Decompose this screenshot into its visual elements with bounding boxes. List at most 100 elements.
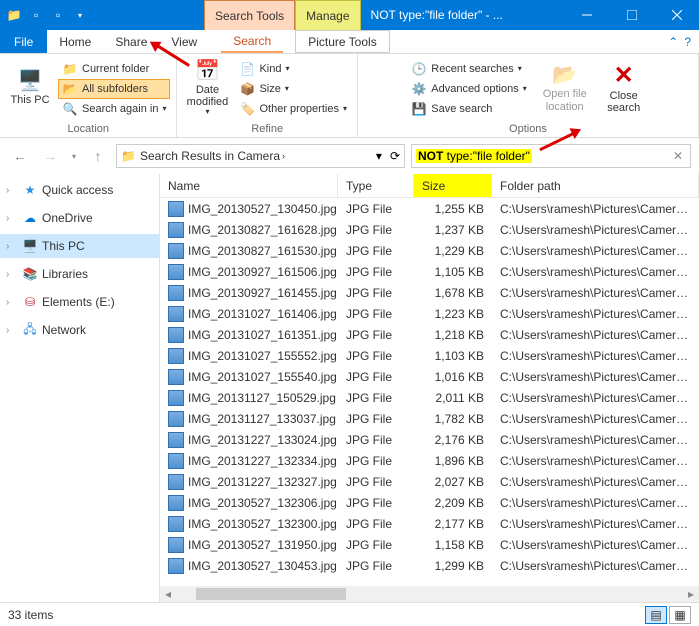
column-name[interactable]: Name	[160, 174, 338, 197]
view-tab[interactable]: View	[159, 30, 209, 53]
nav-item[interactable]: › 📚 Libraries	[0, 262, 159, 286]
nav-item[interactable]: › ★ Quick access	[0, 178, 159, 202]
file-row[interactable]: IMG_20130527_132306.jpg JPG File 2,209 K…	[160, 492, 699, 513]
open-file-location-button[interactable]: 📂 Open file location	[535, 57, 595, 121]
icons-view-button[interactable]: ▦	[669, 606, 691, 624]
qat-dropdown-icon[interactable]: ▾	[72, 7, 88, 23]
recent-searches-button[interactable]: 🕒Recent searches▾	[407, 59, 530, 79]
context-tab-manage[interactable]: Manage	[295, 0, 360, 30]
file-row[interactable]: IMG_20131227_132327.jpg JPG File 2,027 K…	[160, 471, 699, 492]
clear-search-icon[interactable]: ✕	[670, 149, 686, 163]
minimize-button[interactable]	[564, 0, 609, 30]
file-row[interactable]: IMG_20131227_133024.jpg JPG File 2,176 K…	[160, 429, 699, 450]
share-tab[interactable]: Share	[103, 30, 159, 53]
context-tab-search-tools[interactable]: Search Tools	[204, 0, 295, 30]
item-count: 33 items	[8, 608, 53, 622]
nav-item[interactable]: › ⛁ Elements (E:)	[0, 290, 159, 314]
file-row[interactable]: IMG_20131027_155540.jpg JPG File 1,016 K…	[160, 366, 699, 387]
file-name: IMG_20131027_155540.jpg	[188, 370, 337, 384]
file-row[interactable]: IMG_20130827_161628.jpg JPG File 1,237 K…	[160, 219, 699, 240]
maximize-button[interactable]	[609, 0, 654, 30]
file-row[interactable]: IMG_20131227_132334.jpg JPG File 1,896 K…	[160, 450, 699, 471]
library-icon: 📚	[22, 266, 38, 282]
all-subfolders-button[interactable]: 📂All subfolders	[58, 79, 170, 99]
search-tab[interactable]: Search	[221, 30, 283, 53]
other-properties-button[interactable]: 🏷️Other properties▾	[235, 99, 351, 119]
current-folder-button[interactable]: 📁Current folder	[58, 59, 170, 79]
gear-icon: ⚙️	[411, 81, 427, 97]
column-type[interactable]: Type	[338, 174, 414, 197]
file-row[interactable]: IMG_20131127_150529.jpg JPG File 2,011 K…	[160, 387, 699, 408]
nav-history-button[interactable]: ▾	[68, 144, 80, 168]
file-name: IMG_20131127_133037.jpg	[188, 412, 336, 426]
nav-item[interactable]: › ☁ OneDrive	[0, 206, 159, 230]
dropdown-icon[interactable]: ▾	[376, 149, 382, 163]
refresh-icon[interactable]: ⟳	[390, 149, 400, 163]
nav-up-button[interactable]: ↑	[86, 144, 110, 168]
file-row[interactable]: IMG_20131027_155552.jpg JPG File 1,103 K…	[160, 345, 699, 366]
group-label: Refine	[251, 123, 283, 135]
file-rows[interactable]: IMG_20130527_130450.jpg JPG File 1,255 K…	[160, 198, 699, 586]
file-path: C:\Users\ramesh\Pictures\Camera\2	[492, 454, 699, 468]
content-area: › ★ Quick access › ☁ OneDrive › 🖥️ This PC…	[0, 174, 699, 602]
file-row[interactable]: IMG_20130927_161506.jpg JPG File 1,105 K…	[160, 261, 699, 282]
chevron-down-icon: ▾	[523, 84, 527, 93]
advanced-options-button[interactable]: ⚙️Advanced options▾	[407, 79, 530, 99]
file-tab[interactable]: File	[0, 30, 47, 53]
chevron-down-icon: ▾	[285, 84, 289, 93]
file-path: C:\Users\ramesh\Pictures\Camera\2	[492, 202, 699, 216]
folder-open-icon: 📂	[552, 64, 577, 86]
kind-button[interactable]: 📄Kind▾	[235, 59, 351, 79]
picture-tools-tab[interactable]: Picture Tools	[295, 30, 389, 53]
tag-icon: 🏷️	[239, 101, 255, 117]
address-bar[interactable]: 📁 Search Results in Camera › ▾ ⟳	[116, 144, 405, 168]
file-row[interactable]: IMG_20130827_161530.jpg JPG File 1,229 K…	[160, 240, 699, 261]
close-search-button[interactable]: ✕ Close search	[599, 57, 649, 121]
scroll-thumb[interactable]	[196, 588, 346, 600]
file-path: C:\Users\ramesh\Pictures\Camera\2	[492, 517, 699, 531]
save-search-button[interactable]: 💾Save search	[407, 99, 530, 119]
nav-item[interactable]: › 🖧 Network	[0, 318, 159, 342]
this-pc-button[interactable]: 🖥️ This PC	[6, 57, 54, 121]
image-file-icon	[168, 474, 184, 490]
nav-item[interactable]: › 🖥️ This PC	[0, 234, 159, 258]
qat-new-icon[interactable]: ▫	[28, 7, 44, 23]
chevron-right-icon: ›	[6, 241, 18, 252]
nav-back-button[interactable]: ←	[8, 144, 32, 168]
nav-item-label: Elements (E:)	[42, 295, 115, 309]
column-folder-path[interactable]: Folder path	[492, 174, 699, 197]
search-box[interactable]: NOT type:"file folder" ✕	[411, 144, 691, 168]
file-row[interactable]: IMG_20130527_130450.jpg JPG File 1,255 K…	[160, 198, 699, 219]
file-row[interactable]: IMG_20130927_161455.jpg JPG File 1,678 K…	[160, 282, 699, 303]
folder-icon: 📁	[6, 7, 22, 23]
breadcrumb[interactable]: Search Results in Camera ›	[140, 149, 285, 163]
search-folder-icon: 📁	[121, 149, 136, 163]
recent-icon: 🕒	[411, 61, 427, 77]
qat-props-icon[interactable]: ▫	[50, 7, 66, 23]
search-again-button[interactable]: 🔍Search again in▾	[58, 99, 170, 119]
file-row[interactable]: IMG_20131027_161406.jpg JPG File 1,223 K…	[160, 303, 699, 324]
column-size[interactable]: Size	[414, 174, 492, 197]
nav-forward-button[interactable]: →	[38, 144, 62, 168]
ribbon-collapse-icon[interactable]: ⌃	[668, 35, 678, 49]
details-view-button[interactable]: ▤	[645, 606, 667, 624]
file-row[interactable]: IMG_20131027_161351.jpg JPG File 1,218 K…	[160, 324, 699, 345]
file-row[interactable]: IMG_20131127_133037.jpg JPG File 1,782 K…	[160, 408, 699, 429]
image-file-icon	[168, 453, 184, 469]
chevron-right-icon: ›	[6, 325, 18, 336]
column-headers: Name Type Size Folder path	[160, 174, 699, 198]
close-window-button[interactable]	[654, 0, 699, 30]
file-name: IMG_20130527_132306.jpg	[188, 496, 337, 510]
help-icon[interactable]: ?	[684, 35, 691, 49]
home-tab[interactable]: Home	[47, 30, 103, 53]
nav-item-label: This PC	[42, 239, 85, 253]
horizontal-scrollbar[interactable]: ◂ ▸	[160, 586, 699, 602]
file-row[interactable]: IMG_20130527_132300.jpg JPG File 2,177 K…	[160, 513, 699, 534]
date-modified-button[interactable]: 📅 Date modified ▾	[183, 57, 231, 121]
group-label: Options	[509, 123, 547, 135]
file-type: JPG File	[338, 370, 414, 384]
file-row[interactable]: IMG_20130527_131950.jpg JPG File 1,158 K…	[160, 534, 699, 555]
size-button[interactable]: 📦Size▾	[235, 79, 351, 99]
file-row[interactable]: IMG_20130527_130453.jpg JPG File 1,299 K…	[160, 555, 699, 576]
image-file-icon	[168, 348, 184, 364]
